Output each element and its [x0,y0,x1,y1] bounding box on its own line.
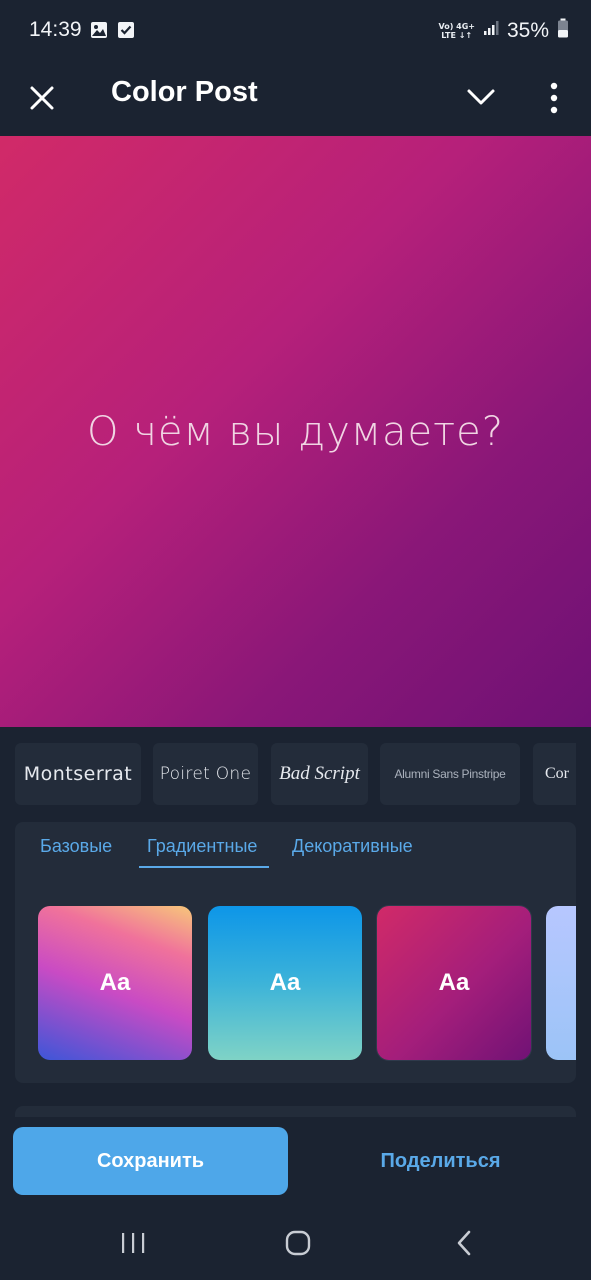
canvas-text[interactable]: О чём вы думаете? [87,409,504,455]
network-top-label: Vo) 4G+ [438,21,475,31]
home-icon[interactable] [283,1228,313,1263]
tab-gradient[interactable]: Градиентные [147,836,257,857]
style-panel: Базовые Градиентные Декоративные Aa Aa A… [15,822,576,1083]
page-title: Color Post [111,76,258,108]
tab-decorative[interactable]: Декоративные [292,836,413,857]
font-chip-montserrat[interactable]: Montserrat [15,743,141,805]
status-bar: 14:39 Vo) 4G+ LTE ↓↑ 35% [0,0,591,62]
font-chip-alumni-sans-pinstripe[interactable]: Alumni Sans Pinstripe [380,743,520,805]
font-selector: Montserrat Poiret One Bad Script Alumni … [15,743,576,806]
gradient-swatch-ocean[interactable]: Aa [208,906,362,1060]
tab-selected-indicator [139,866,269,868]
app-bar: Color Post [0,62,591,136]
font-chip-cormorant[interactable]: Cor [533,743,576,805]
share-button[interactable]: Поделиться [303,1127,578,1195]
post-canvas[interactable]: О чём вы думаете? [0,136,591,727]
action-bar: Сохранить Поделиться [0,1117,591,1210]
gallery-icon [90,21,108,44]
recent-apps-icon[interactable] [118,1228,148,1263]
network-bottom-label: LTE ↓↑ [441,30,473,40]
checkbox-icon [117,21,135,44]
font-chip-label: Alumni Sans Pinstripe [394,767,506,781]
signal-icon [483,20,499,41]
more-vertical-icon[interactable] [539,78,569,118]
battery-icon [557,18,569,43]
font-chip-label: Poiret One [159,764,252,784]
tab-basic[interactable]: Базовые [40,836,112,857]
status-time: 14:39 [29,18,82,41]
font-chip-poiret-one[interactable]: Poiret One [153,743,258,805]
close-icon[interactable] [24,80,60,116]
swatch-label: Aa [438,969,470,996]
font-chip-label: Cor [545,765,569,782]
swatch-label: Aa [269,969,301,996]
system-nav-bar [0,1210,591,1280]
gradient-swatch-berry[interactable]: Aa [377,906,531,1060]
font-chip-label: Montserrat [23,763,133,785]
chevron-down-icon[interactable] [464,82,498,112]
swatch-label: Aa [99,969,131,996]
font-chip-bad-script[interactable]: Bad Script [271,743,368,805]
gradient-swatch-sky[interactable] [546,906,576,1060]
font-chip-label: Bad Script [279,763,360,784]
save-button[interactable]: Сохранить [13,1127,288,1195]
back-icon[interactable] [450,1228,480,1263]
gradient-swatch-sunset[interactable]: Aa [38,906,192,1060]
network-indicator: Vo) 4G+ LTE ↓↑ [438,22,475,40]
battery-percent: 35% [506,18,549,42]
